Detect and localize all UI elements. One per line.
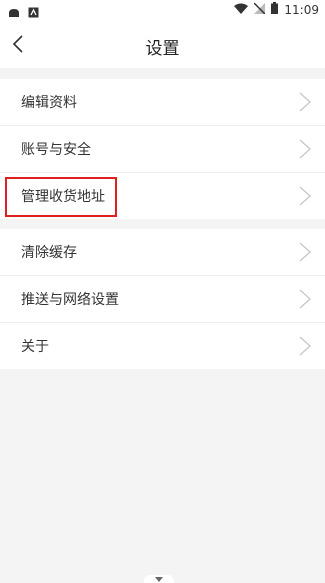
settings-group-account: 编辑资料 账号与安全 管理收货地址 xyxy=(0,79,325,219)
chevron-right-icon xyxy=(299,242,311,262)
status-bar: 11:09 xyxy=(0,0,325,20)
settings-item-clear-cache[interactable]: 清除缓存 xyxy=(0,229,325,276)
settings-item-label: 推送与网络设置 xyxy=(21,292,119,308)
page-title: 设置 xyxy=(145,39,180,59)
no-signal-icon xyxy=(253,1,266,17)
settings-item-account-security[interactable]: 账号与安全 xyxy=(0,126,325,173)
wifi-icon xyxy=(234,3,249,17)
section-spacer xyxy=(0,219,325,229)
settings-group-general: 清除缓存 推送与网络设置 关于 xyxy=(0,229,325,369)
chevron-right-icon xyxy=(299,139,311,159)
section-spacer xyxy=(0,68,325,79)
settings-item-label: 编辑资料 xyxy=(21,95,77,111)
bottom-sheet-handle[interactable] xyxy=(144,575,174,583)
chevron-right-icon xyxy=(299,336,311,356)
chevron-right-icon xyxy=(299,186,311,206)
settings-item-edit-profile[interactable]: 编辑资料 xyxy=(0,79,325,126)
caret-down-icon xyxy=(155,576,163,582)
navigation-bar: 设置 xyxy=(0,20,325,68)
highlight-box xyxy=(5,177,117,217)
battery-icon xyxy=(271,2,279,17)
settings-item-label: 关于 xyxy=(21,339,49,355)
chevron-right-icon xyxy=(299,92,311,112)
settings-item-push-network[interactable]: 推送与网络设置 xyxy=(0,276,325,323)
settings-item-about[interactable]: 关于 xyxy=(0,323,325,369)
settings-item-label: 账号与安全 xyxy=(21,142,91,158)
chevron-right-icon xyxy=(299,289,311,309)
settings-item-label: 清除缓存 xyxy=(21,245,77,261)
status-time: 11:09 xyxy=(284,2,319,17)
settings-item-manage-address[interactable]: 管理收货地址 xyxy=(0,173,325,219)
